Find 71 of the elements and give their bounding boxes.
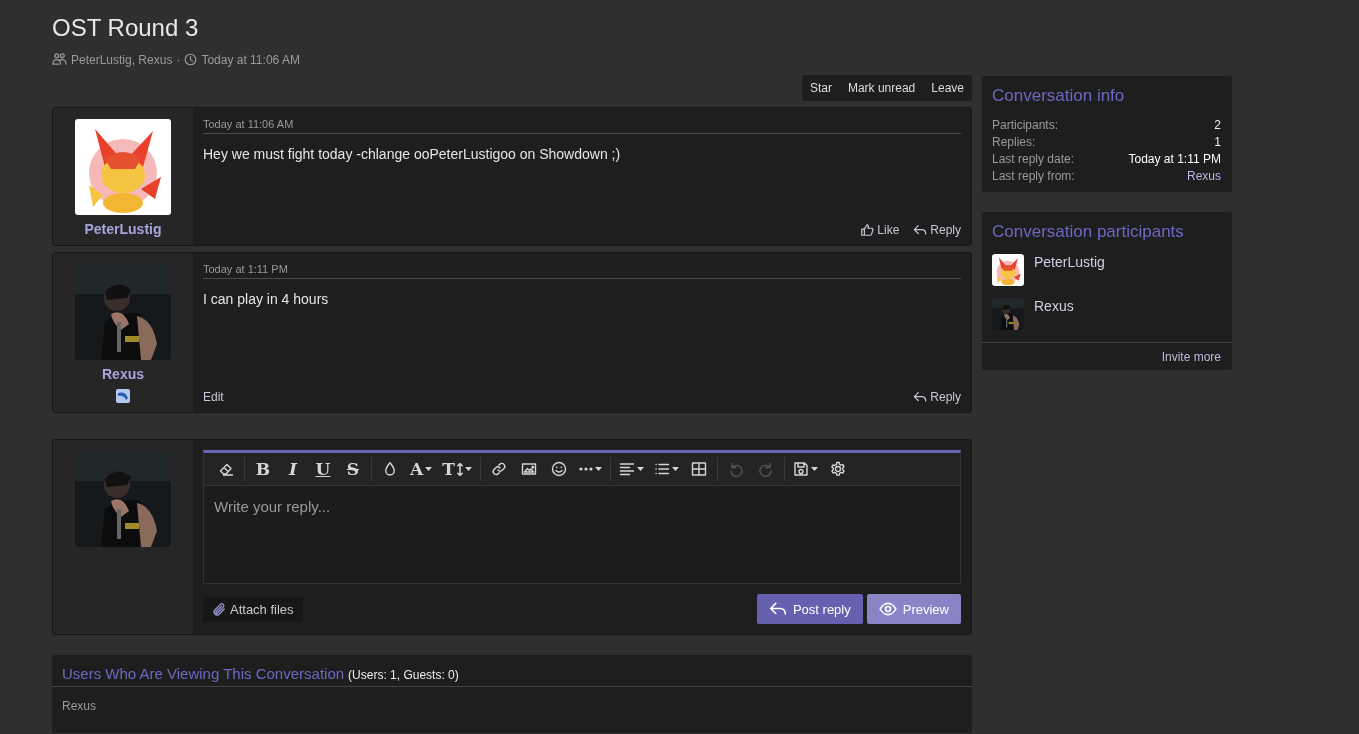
- action-link[interactable]: Star: [801, 75, 840, 101]
- info-label: Replies:: [992, 135, 1036, 149]
- username[interactable]: PeterLustig: [84, 221, 162, 237]
- caret-icon: [810, 467, 818, 471]
- reply-field[interactable]: Write your reply...: [203, 486, 961, 584]
- viewers-title: Users Who Are Viewing This Conversation: [62, 665, 345, 682]
- caret-icon: [425, 467, 433, 471]
- username[interactable]: Rexus: [102, 366, 144, 382]
- message-date: Today at 1:11 PM: [203, 263, 961, 279]
- viewer-name[interactable]: Rexus: [62, 699, 96, 713]
- separator: ·: [176, 52, 181, 67]
- action-link[interactable]: Leave: [923, 75, 972, 101]
- save-icon: [792, 461, 809, 477]
- dots-icon: [578, 467, 593, 471]
- image-icon: [520, 461, 537, 477]
- size-button[interactable]: T: [438, 456, 476, 482]
- link-icon: [490, 461, 507, 477]
- card-title: Conversation info: [991, 85, 1126, 107]
- reply-icon: [913, 223, 928, 237]
- viewer-counts: (Users: 1, Guests: 0): [348, 668, 459, 682]
- info-label: Last reply from:: [992, 169, 1075, 183]
- undo-icon: [727, 461, 744, 477]
- font-button[interactable]: A: [406, 456, 437, 482]
- info-value[interactable]: Rexus: [1187, 169, 1221, 183]
- attach-files-button[interactable]: Attach files: [203, 596, 303, 622]
- underline-button[interactable]: U: [309, 456, 337, 482]
- italic-button[interactable]: I: [279, 456, 307, 482]
- caret-icon: [464, 467, 472, 471]
- bold-button[interactable]: B: [249, 456, 277, 482]
- message-text: Hey we must fight today -chlange ooPeterLustigoo on Showdown ;): [203, 146, 622, 164]
- redo-icon: [757, 461, 774, 477]
- table-icon: [690, 461, 707, 477]
- reply-icon: [768, 600, 787, 618]
- participants-text: PeterLustig, Rexus: [71, 52, 173, 67]
- action-link[interactable]: Mark unread: [839, 75, 924, 101]
- info-value: 2: [1214, 118, 1221, 132]
- info-value: Today at 1:11 PM: [1128, 152, 1221, 166]
- drop-icon: [382, 461, 398, 477]
- badge-icon: [115, 388, 131, 404]
- edit-link[interactable]: Edit: [203, 390, 224, 404]
- paperclip-icon: [212, 601, 227, 617]
- like-link[interactable]: Like: [860, 223, 900, 237]
- reply-icon: [913, 390, 928, 404]
- message-date: Today at 11:06 AM: [203, 118, 961, 134]
- post-reply-button[interactable]: Post reply: [756, 594, 863, 624]
- reply-link[interactable]: Reply: [913, 390, 961, 404]
- eye-icon: [878, 600, 897, 618]
- info-label: Participants:: [992, 118, 1059, 132]
- updown-arrow-icon: [456, 462, 463, 476]
- start-date: Today at 11:06 AM: [201, 52, 300, 67]
- smiley-icon: [550, 461, 567, 477]
- like-icon: [860, 223, 875, 237]
- participant-name[interactable]: PeterLustig: [1034, 254, 1105, 270]
- caret-icon: [594, 467, 602, 471]
- invite-link[interactable]: Invite more: [1161, 350, 1221, 364]
- clock-icon: [184, 53, 198, 66]
- caret-icon: [671, 467, 679, 471]
- users-icon: [52, 52, 67, 67]
- participant-name[interactable]: Rexus: [1034, 298, 1074, 314]
- align-icon: [618, 461, 635, 477]
- caret-icon: [636, 467, 644, 471]
- eraser-icon: [218, 461, 234, 477]
- info-label: Last reply date:: [992, 152, 1075, 166]
- list-icon: [653, 461, 670, 477]
- card-title: Conversation participants: [991, 221, 1185, 243]
- strikethrough-button[interactable]: S: [339, 456, 367, 482]
- gear-icon: [829, 461, 846, 477]
- info-value: 1: [1214, 135, 1221, 149]
- message-text: I can play in 4 hours: [203, 291, 330, 309]
- page-title: OST Round 3: [52, 14, 200, 42]
- reply-link[interactable]: Reply: [913, 223, 961, 237]
